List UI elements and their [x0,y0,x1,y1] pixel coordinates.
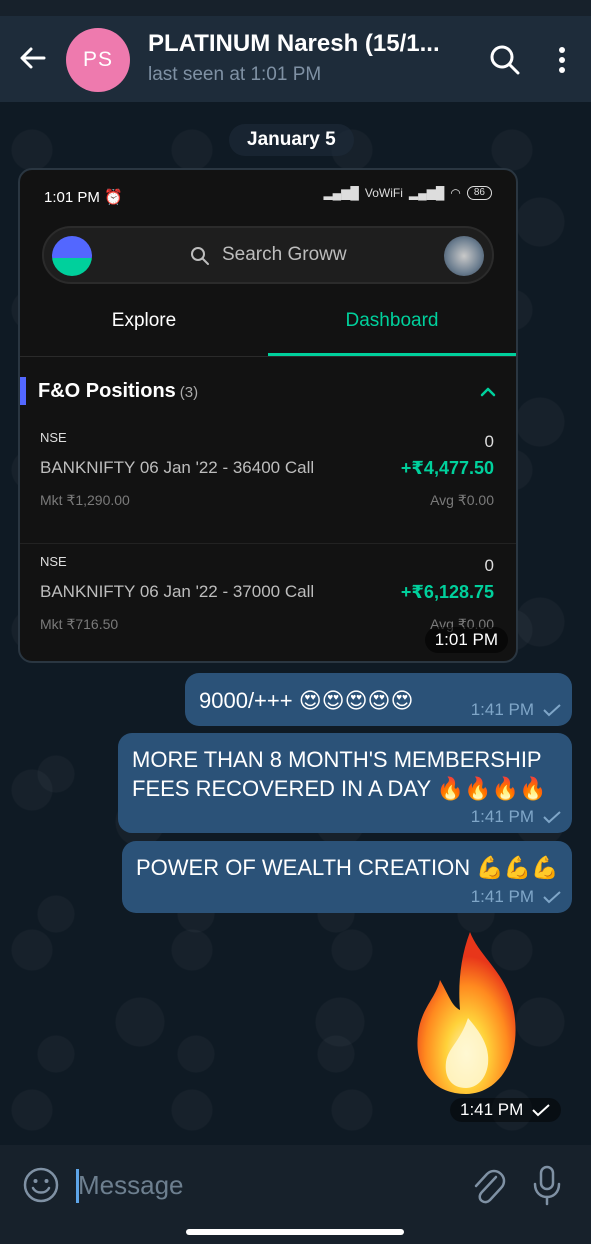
message-time: 1:41 PM [470,887,534,906]
signal-icon: ▂▄▆█ [408,186,445,200]
message-meta: 1:41 PM [471,700,562,720]
wifi-icon: ◠ [450,186,461,200]
search-icon [490,45,520,75]
profile-avatar [444,236,484,276]
last-seen-status: last seen at 1:01 PM [148,64,322,85]
message-input[interactable] [78,1165,448,1205]
check-icon [543,704,561,717]
message-meta: 1:41 PM [471,887,562,907]
search-button[interactable] [488,43,522,77]
battery-icon: 86 [466,186,492,200]
microphone-icon [533,1165,561,1206]
fire-sticker-icon[interactable] [410,928,526,1098]
section-accent-bar [20,377,26,405]
phone-status-time: 1:01 PM ⏰ [44,189,123,206]
position-exchange: NSE [40,430,67,445]
groww-search-placeholder: Search Groww [222,244,347,265]
message-input-bar [0,1145,591,1225]
message-time: 1:41 PM [470,700,534,719]
message-time: 1:01 PM [424,627,508,653]
status-bar-strip [0,0,591,16]
tab-explore: Explore [111,310,177,331]
position-mkt: Mkt ₹716.50 [40,616,119,632]
position-mkt: Mkt ₹1,290.00 [40,492,130,508]
check-icon [543,811,561,824]
position-avg: Avg ₹0.00 [430,492,494,508]
groww-search-bar: Search Groww [42,226,494,284]
system-nav-bar [0,1225,591,1244]
home-indicator[interactable] [186,1229,404,1235]
fo-positions-title: F&O Positions (3) [38,380,199,402]
emoji-button[interactable] [22,1166,60,1204]
paperclip-icon [474,1169,506,1204]
tab-dashboard: Dashboard [345,310,439,331]
outgoing-message[interactable]: POWER OF WEALTH CREATION 💪💪💪 1:41 PM [122,841,572,913]
more-options-button[interactable] [550,42,574,78]
arrow-left-icon [20,47,46,69]
avatar[interactable]: PS [66,28,130,92]
chevron-up-icon [480,387,496,397]
alarm-icon: ⏰ [104,189,123,206]
back-button[interactable] [18,43,48,73]
attach-button[interactable] [470,1165,506,1205]
outgoing-message[interactable]: MORE THAN 8 MONTH'S MEMBERSHIP FEES RECO… [118,733,572,833]
screenshot-image-message[interactable]: 1:01 PM ⏰ ▂▄▆█ VoWiFi ▂▄▆█ ◠ 86 Search G… [18,168,518,663]
tab-divider [20,356,516,357]
search-icon [191,247,209,265]
fo-positions-count: (3) [179,384,199,401]
check-icon [543,891,561,904]
groww-logo-icon [52,236,92,276]
position-exchange: NSE [40,554,67,569]
position-pnl: +₹6,128.75 [400,582,494,602]
phone-status-icons: ▂▄▆█ VoWiFi ▂▄▆█ ◠ 86 [323,186,492,200]
message-meta: 1:41 PM [471,807,562,827]
check-icon [532,1104,550,1117]
position-name: BANKNIFTY 06 Jan '22 - 37000 Call [40,582,315,601]
position-name: BANKNIFTY 06 Jan '22 - 36400 Call [40,458,315,477]
message-text: 9000/+++ 😍😍😍😍😍 [199,688,414,713]
message-text: POWER OF WEALTH CREATION 💪💪💪 [136,855,559,880]
position-row: NSE 0 BANKNIFTY 06 Jan '22 - 36400 Call … [20,420,516,542]
position-pnl: +₹4,477.50 [400,458,494,478]
outgoing-message[interactable]: 9000/+++ 😍😍😍😍😍 1:41 PM [185,673,572,726]
position-qty: 0 [484,556,494,575]
message-text: MORE THAN 8 MONTH'S MEMBERSHIP FEES RECO… [132,747,547,801]
message-time: 1:41 PM [470,807,534,826]
position-qty: 0 [484,432,494,451]
smiley-icon [23,1167,59,1203]
message-time: 1:41 PM [460,1100,524,1119]
more-vertical-icon [559,47,565,73]
voice-record-button[interactable] [530,1163,564,1207]
message-meta: 1:41 PM [450,1098,562,1122]
date-separator: January 5 [229,124,354,156]
chat-title[interactable]: PLATINUM Naresh (15/1... [148,30,473,58]
chat-header: PS PLATINUM Naresh (15/1... last seen at… [0,16,591,102]
vowifi-label: VoWiFi [364,186,403,200]
signal-icon: ▂▄▆█ [323,186,359,200]
